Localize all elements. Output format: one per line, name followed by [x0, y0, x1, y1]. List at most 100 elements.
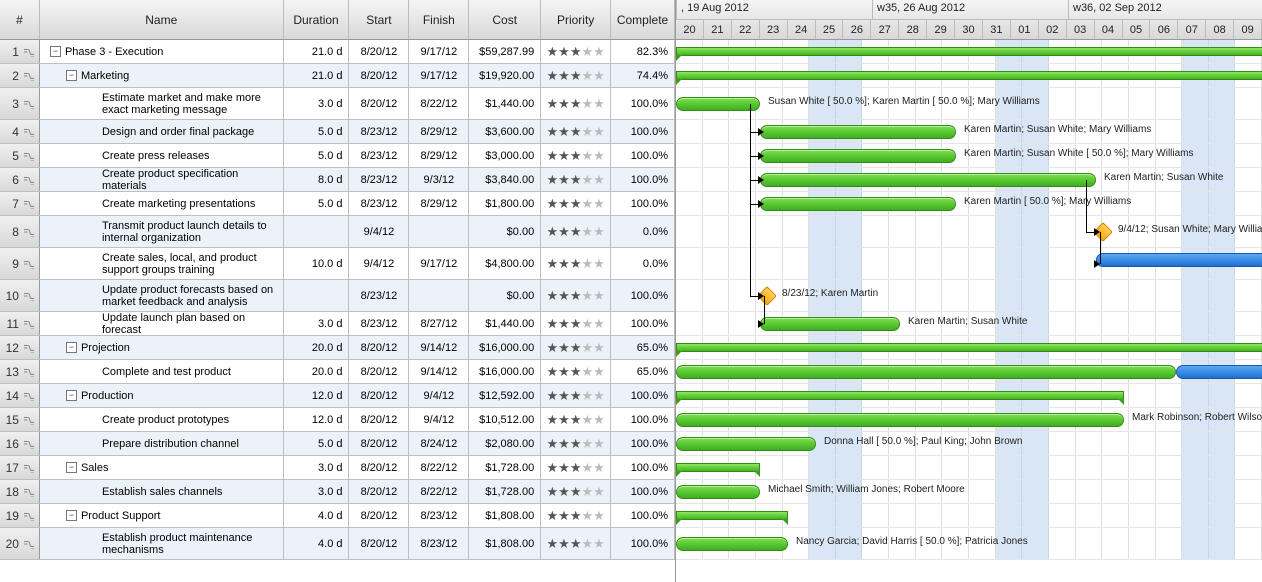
task-name[interactable]: Establish product maintenance mechanisms: [102, 532, 279, 556]
task-bar[interactable]: [760, 173, 1096, 187]
cell-duration[interactable]: 20.0 d: [284, 360, 350, 383]
cell-complete[interactable]: 74.4%: [611, 64, 675, 87]
cell-complete[interactable]: 82.3%: [611, 40, 675, 63]
header-num[interactable]: #: [0, 0, 40, 39]
task-name[interactable]: Create product specification materials: [102, 168, 279, 192]
table-row[interactable]: 13Complete and test product20.0 d8/20/12…: [0, 360, 675, 384]
task-name[interactable]: Create press releases: [102, 150, 210, 162]
table-row[interactable]: 19−Product Support4.0 d8/20/128/23/12$1,…: [0, 504, 675, 528]
cell-start[interactable]: 9/4/12: [349, 248, 409, 279]
cell-start[interactable]: 8/23/12: [349, 192, 409, 215]
cell-finish[interactable]: 8/23/12: [409, 528, 469, 559]
cell-complete[interactable]: 100.0%: [611, 312, 675, 335]
cell-cost[interactable]: $1,728.00: [469, 480, 541, 503]
remaining-bar[interactable]: [1176, 365, 1262, 379]
cell-finish[interactable]: 9/3/12: [409, 168, 469, 191]
cell-finish[interactable]: [409, 280, 469, 311]
table-row[interactable]: 6Create product specification materials8…: [0, 168, 675, 192]
cell-finish[interactable]: 8/29/12: [409, 192, 469, 215]
header-cost[interactable]: Cost: [469, 0, 541, 39]
cell-duration[interactable]: 3.0 d: [284, 480, 350, 503]
table-row[interactable]: 2−Marketing21.0 d8/20/129/17/12$19,920.0…: [0, 64, 675, 88]
cell-start[interactable]: 8/20/12: [349, 40, 409, 63]
cell-duration[interactable]: 5.0 d: [284, 144, 350, 167]
cell-duration[interactable]: 5.0 d: [284, 432, 350, 455]
header-name[interactable]: Name: [40, 0, 284, 39]
expand-toggle[interactable]: −: [66, 510, 77, 521]
cell-start[interactable]: 8/20/12: [349, 88, 409, 119]
cell-start[interactable]: 8/23/12: [349, 168, 409, 191]
table-row[interactable]: 14−Production12.0 d8/20/129/4/12$12,592.…: [0, 384, 675, 408]
cell-cost[interactable]: $3,600.00: [469, 120, 541, 143]
table-row[interactable]: 1−Phase 3 - Execution21.0 d8/20/129/17/1…: [0, 40, 675, 64]
summary-bar[interactable]: [676, 463, 760, 472]
cell-cost[interactable]: $0.00: [469, 216, 541, 247]
cell-complete[interactable]: 100.0%: [611, 192, 675, 215]
cell-priority[interactable]: ★★★★★: [541, 384, 611, 407]
cell-start[interactable]: 8/20/12: [349, 336, 409, 359]
gantt-row[interactable]: [676, 64, 1262, 88]
cell-priority[interactable]: ★★★★★: [541, 144, 611, 167]
summary-bar[interactable]: [676, 71, 1262, 80]
cell-duration[interactable]: 12.0 d: [284, 384, 350, 407]
cell-cost[interactable]: $1,440.00: [469, 88, 541, 119]
cell-duration[interactable]: 10.0 d: [284, 248, 350, 279]
cell-duration[interactable]: 8.0 d: [284, 168, 350, 191]
expand-toggle[interactable]: −: [50, 46, 61, 57]
expand-toggle[interactable]: −: [66, 70, 77, 81]
summary-bar[interactable]: [676, 391, 1124, 400]
cell-finish[interactable]: 8/23/12: [409, 504, 469, 527]
cell-complete[interactable]: 100.0%: [611, 280, 675, 311]
header-priority[interactable]: Priority: [541, 0, 611, 39]
table-row[interactable]: 10Update product forecasts based on mark…: [0, 280, 675, 312]
cell-start[interactable]: 8/20/12: [349, 480, 409, 503]
cell-priority[interactable]: ★★★★★: [541, 168, 611, 191]
task-bar[interactable]: [760, 317, 900, 331]
cell-duration[interactable]: 3.0 d: [284, 88, 350, 119]
cell-duration[interactable]: 4.0 d: [284, 504, 350, 527]
cell-priority[interactable]: ★★★★★: [541, 192, 611, 215]
cell-cost[interactable]: $1,808.00: [469, 528, 541, 559]
cell-duration[interactable]: 20.0 d: [284, 336, 350, 359]
task-bar[interactable]: [676, 537, 788, 551]
cell-complete[interactable]: 100.0%: [611, 88, 675, 119]
cell-cost[interactable]: $0.00: [469, 280, 541, 311]
task-bar[interactable]: [676, 485, 760, 499]
task-name[interactable]: Update product forecasts based on market…: [102, 284, 279, 308]
task-name[interactable]: Product Support: [81, 510, 161, 522]
task-bar[interactable]: [676, 437, 816, 451]
cell-priority[interactable]: ★★★★★: [541, 336, 611, 359]
table-row[interactable]: 20Establish product maintenance mechanis…: [0, 528, 675, 560]
cell-start[interactable]: 8/20/12: [349, 384, 409, 407]
cell-cost[interactable]: $1,808.00: [469, 504, 541, 527]
cell-complete[interactable]: 0.0%: [611, 248, 675, 279]
summary-bar[interactable]: [676, 511, 788, 520]
header-duration[interactable]: Duration: [284, 0, 350, 39]
cell-start[interactable]: 8/20/12: [349, 360, 409, 383]
gantt-row[interactable]: [676, 336, 1262, 360]
gantt-row[interactable]: Mark Robinson; Robert Wilson;: [676, 408, 1262, 432]
task-name[interactable]: Sales: [81, 462, 109, 474]
table-row[interactable]: 4Design and order final package5.0 d8/23…: [0, 120, 675, 144]
task-name[interactable]: Transmit product launch details to inter…: [102, 220, 279, 244]
gantt-row[interactable]: [676, 384, 1262, 408]
cell-finish[interactable]: 9/17/12: [409, 64, 469, 87]
cell-priority[interactable]: ★★★★★: [541, 432, 611, 455]
cell-complete[interactable]: 65.0%: [611, 360, 675, 383]
gantt-row[interactable]: [676, 248, 1262, 280]
gantt-row[interactable]: 9/4/12; Susan White; Mary Williams: [676, 216, 1262, 248]
cell-complete[interactable]: 100.0%: [611, 144, 675, 167]
cell-complete[interactable]: 100.0%: [611, 120, 675, 143]
header-finish[interactable]: Finish: [409, 0, 469, 39]
gantt-row[interactable]: Susan White [ 50.0 %]; Karen Martin [ 50…: [676, 88, 1262, 120]
cell-priority[interactable]: ★★★★★: [541, 480, 611, 503]
cell-finish[interactable]: 8/29/12: [409, 120, 469, 143]
cell-finish[interactable]: [409, 216, 469, 247]
cell-start[interactable]: 8/20/12: [349, 64, 409, 87]
cell-complete[interactable]: 100.0%: [611, 456, 675, 479]
table-row[interactable]: 8Transmit product launch details to inte…: [0, 216, 675, 248]
cell-priority[interactable]: ★★★★★: [541, 280, 611, 311]
cell-complete[interactable]: 100.0%: [611, 528, 675, 559]
gantt-row[interactable]: Nancy Garcia; David Harris [ 50.0 %]; Pa…: [676, 528, 1262, 560]
cell-start[interactable]: 8/20/12: [349, 504, 409, 527]
